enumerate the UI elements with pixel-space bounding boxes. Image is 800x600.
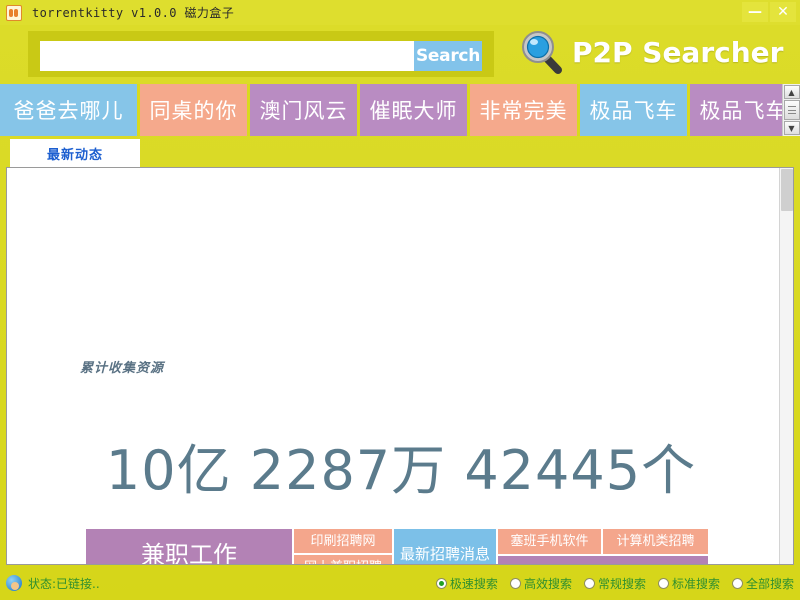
search-mode-label: 标准搜索 xyxy=(672,575,720,592)
tab-item-5[interactable]: 极品飞车 xyxy=(580,84,690,136)
search-frame: Search xyxy=(28,31,494,77)
radio-dot-icon[interactable] xyxy=(436,578,447,589)
tab-label: 催眠大师 xyxy=(370,95,458,125)
tab-item-6[interactable]: 极品飞车 xyxy=(690,84,782,136)
tag-label: 塞班手机软件 xyxy=(510,535,588,548)
stats-number: 10亿 2287万 42445个 xyxy=(7,426,794,505)
search-mode-label: 全部搜索 xyxy=(746,575,794,592)
tag-label: 印刷招聘网 xyxy=(310,535,375,548)
search-mode-radio-2[interactable]: 常规搜索 xyxy=(584,575,646,592)
tab-item-0[interactable]: 爸爸去哪儿 xyxy=(0,84,140,136)
search-mode-label: 常规搜索 xyxy=(598,575,646,592)
content-panel: 累计收集资源 10亿 2287万 42445个 通信工程招聘找工作印务招聘招聘在… xyxy=(6,167,794,565)
tab-list: 爸爸去哪儿同桌的你澳门风云催眠大师非常完美极品飞车极品飞车 xyxy=(0,84,782,136)
tag-item[interactable]: 印刷招聘网 xyxy=(293,528,393,554)
window-title: torrentkitty v1.0.0 磁力盒子 xyxy=(32,4,234,21)
search-mode-label: 高效搜索 xyxy=(524,575,572,592)
search-mode-group: 极速搜索 高效搜索 常规搜索 标准搜索 全部搜索 xyxy=(436,575,794,592)
window-controls: — ✕ xyxy=(742,2,796,22)
brand-logo: P2P Searcher xyxy=(520,28,783,76)
stats-label: 累计收集资源 xyxy=(80,357,164,376)
tab-label: 澳门风云 xyxy=(260,95,348,125)
tab-item-1[interactable]: 同桌的你 xyxy=(140,84,250,136)
radio-dot-icon[interactable] xyxy=(510,578,521,589)
scroll-up-arrow-icon[interactable]: ▲ xyxy=(784,85,800,99)
tab-strip: 爸爸去哪儿同桌的你澳门风云催眠大师非常完美极品飞车极品飞车 ▲ ▼ xyxy=(0,84,800,136)
tab-label: 极品飞车 xyxy=(590,95,678,125)
search-mode-radio-0[interactable]: 极速搜索 xyxy=(436,575,498,592)
tab-item-3[interactable]: 催眠大师 xyxy=(360,84,470,136)
brand-title: P2P Searcher xyxy=(572,36,783,69)
radio-dot-icon[interactable] xyxy=(584,578,595,589)
title-bar: torrentkitty v1.0.0 磁力盒子 — ✕ xyxy=(0,0,800,25)
tag-label: 计算机类招聘 xyxy=(616,535,694,548)
search-mode-radio-3[interactable]: 标准搜索 xyxy=(658,575,720,592)
close-button[interactable]: ✕ xyxy=(770,2,796,22)
kitty-icon xyxy=(6,5,22,21)
content-scrollbar-thumb[interactable] xyxy=(781,169,793,211)
search-button[interactable]: Search xyxy=(414,41,482,71)
scroll-down-arrow-icon[interactable]: ▼ xyxy=(784,121,800,135)
magnifier-icon xyxy=(520,29,566,75)
tag-item[interactable]: 印刷厂招聘 xyxy=(497,555,709,565)
status-text: 状态:已链接.. xyxy=(28,575,100,592)
search-mode-label: 极速搜索 xyxy=(450,575,498,592)
connection-icon xyxy=(6,575,22,591)
search-mode-radio-1[interactable]: 高效搜索 xyxy=(510,575,572,592)
content-scrollbar[interactable] xyxy=(779,168,793,564)
tag-item[interactable]: 计算机类招聘 xyxy=(602,528,709,555)
tag-item[interactable]: 最新招聘消息 xyxy=(393,528,497,565)
tab-scrollbar[interactable]: ▲ ▼ xyxy=(782,84,800,136)
tab-label: 爸爸去哪儿 xyxy=(14,95,124,125)
radio-dot-icon[interactable] xyxy=(732,578,743,589)
tag-label: 最新招聘消息 xyxy=(400,547,490,562)
tab-item-2[interactable]: 澳门风云 xyxy=(250,84,360,136)
application-window: torrentkitty v1.0.0 磁力盒子 — ✕ Search P2P … xyxy=(0,0,800,600)
tab-label: 极品飞车 xyxy=(700,95,783,125)
tab-latest-news[interactable]: 最新动态 xyxy=(10,139,140,167)
scrollbar-thumb[interactable] xyxy=(784,100,800,120)
tab-label: 同桌的你 xyxy=(150,95,238,125)
tab-label: 非常完美 xyxy=(480,95,568,125)
tag-cloud: 通信工程招聘找工作印务招聘招聘在家兼职计算机应聘计算机专业招聘厦门招聘撰稿人招聘… xyxy=(85,528,709,565)
tag-item[interactable]: 网上兼职招聘 xyxy=(293,554,393,565)
search-mode-radio-4[interactable]: 全部搜索 xyxy=(732,575,794,592)
radio-dot-icon[interactable] xyxy=(658,578,669,589)
search-bar: Search xyxy=(40,41,482,71)
minimize-button[interactable]: — xyxy=(742,2,768,22)
tag-label: 网上兼职招聘 xyxy=(304,561,382,565)
tag-label: 兼职工作 xyxy=(141,543,237,566)
status-bar: 状态:已链接.. 极速搜索 高效搜索 常规搜索 标准搜索 全部搜索 xyxy=(0,566,800,600)
tag-item[interactable]: 塞班手机软件 xyxy=(497,528,602,555)
tab-item-4[interactable]: 非常完美 xyxy=(470,84,580,136)
tag-item[interactable]: 兼职工作 xyxy=(85,528,293,565)
search-input[interactable] xyxy=(40,41,414,71)
sub-tab-row: 最新动态 xyxy=(0,139,800,167)
